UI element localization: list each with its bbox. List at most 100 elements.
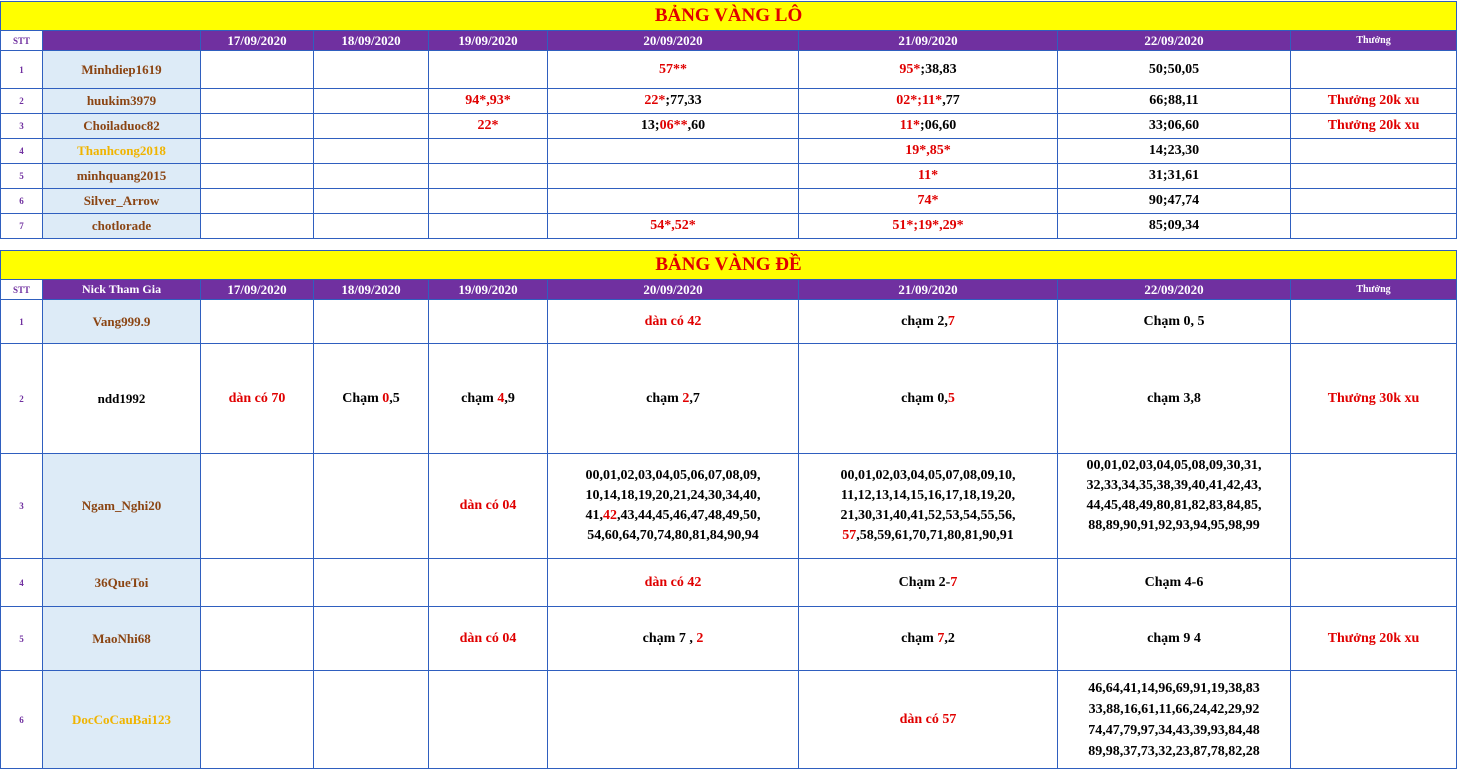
- cell-19: [428, 558, 548, 607]
- header-date: 21/09/2020: [798, 30, 1058, 51]
- table-row: 4 Thanhcong2018 19*,85* 14;23,30: [0, 138, 1457, 164]
- nick-cell: huukim3979: [42, 88, 201, 114]
- header-date: 18/09/2020: [313, 30, 429, 51]
- number-line: 41,42,43,44,45,46,47,48,49,50,: [549, 506, 798, 526]
- cell-18: [313, 606, 429, 671]
- reward-cell: [1289, 50, 1457, 89]
- cell-21: 00,01,02,03,04,05,07,08,09,10, 11,12,13,…: [798, 453, 1058, 559]
- cell-17: [200, 213, 314, 239]
- cell-22: chạm 3,8: [1057, 343, 1291, 454]
- lo-title: BẢNG VÀNG LÔ: [0, 1, 1457, 31]
- cell-22: 00,01,02,03,04,05,08,09,30,31, 32,33,34,…: [1057, 453, 1291, 559]
- reward-cell: [1289, 138, 1457, 164]
- cell-18: [313, 299, 429, 344]
- number-line: 54,60,64,70,74,80,81,84,90,94: [587, 528, 759, 543]
- cell-20: chạm 2,7: [547, 343, 799, 454]
- header-reward: Thưởng: [1289, 279, 1457, 300]
- cell-17: [200, 113, 314, 139]
- table-row: 5 MaoNhi68 dàn có 04 chạm 7 , 2 chạm 7,2…: [0, 606, 1457, 671]
- cell-17: [200, 188, 314, 214]
- plain-number: ,77: [942, 93, 960, 108]
- reward-cell: [1289, 670, 1457, 769]
- hit-number: 95*: [899, 61, 921, 77]
- number-line: 11,12,13,14,15,16,17,18,19,20,: [840, 488, 1016, 503]
- table-row: 4 36QueToi dàn có 42 Chạm 2-7 Chạm 4-6: [0, 558, 1457, 607]
- cell-22: 50;50,05: [1057, 50, 1291, 89]
- reward-cell: [1289, 299, 1457, 344]
- cell-17: [200, 558, 314, 607]
- cell-20: [547, 670, 799, 769]
- cell-18: [313, 138, 429, 164]
- plain-number: ;77,33: [665, 93, 702, 108]
- header-date: 17/09/2020: [200, 279, 314, 300]
- nick-cell: Choiladuoc82: [42, 113, 201, 139]
- cell-21: dàn có 57: [798, 670, 1058, 769]
- cell-21: 51*;19*,29*: [798, 213, 1058, 239]
- table-row: 6 Silver_Arrow 74* 90;47,74: [0, 188, 1457, 214]
- hit-number: 42: [603, 508, 617, 523]
- cell-20: 57**: [547, 50, 799, 89]
- cell-18: Chạm 0,5: [313, 343, 429, 454]
- hit-number: 2: [696, 630, 704, 646]
- de-title: BẢNG VÀNG ĐỀ: [0, 250, 1457, 280]
- table-row: 2 huukim3979 94*,93* 22*;77,33 02*;11*,7…: [0, 88, 1457, 114]
- hit-number: 11*: [899, 118, 921, 133]
- plain-text: ,2: [944, 630, 955, 646]
- cell-21: 95*;38,83: [798, 50, 1058, 89]
- lo-header-row: STT 17/09/2020 18/09/2020 19/09/2020 20/…: [0, 30, 1457, 51]
- hit-number: 57: [842, 528, 857, 543]
- header-date: 18/09/2020: [313, 279, 429, 300]
- cell-22: 31;31,61: [1057, 163, 1291, 189]
- reward-cell: Thưởng 30k xu: [1289, 343, 1457, 454]
- plain-text: chạm: [901, 630, 938, 646]
- row-stt: 2: [0, 88, 43, 114]
- cell-17: [200, 670, 314, 769]
- number-line: 21,30,31,40,41,52,53,54,55,56,: [840, 508, 1016, 523]
- number-line: 44,45,48,49,80,81,82,83,84,85,: [1086, 498, 1262, 513]
- cell-22: 14;23,30: [1057, 138, 1291, 164]
- nick-cell: DocCoCauBai123: [42, 670, 201, 769]
- cell-19: [428, 50, 548, 89]
- row-stt: 6: [0, 670, 43, 769]
- plain-text: chạm: [461, 390, 498, 406]
- cell-20: chạm 7 , 2: [547, 606, 799, 671]
- header-nick: [42, 30, 201, 51]
- header-nick: Nick Tham Gia: [42, 279, 201, 300]
- cell-19: 22*: [428, 113, 548, 139]
- hit-number: 22*: [644, 93, 666, 108]
- hit-number: 5: [947, 390, 955, 406]
- table-row: 1 Vang999.9 dàn có 42 chạm 2,7 Chạm 0, 5: [0, 299, 1457, 344]
- lo-table: BẢNG VÀNG LÔ STT 17/09/2020 18/09/2020 1…: [0, 1, 1457, 239]
- reward-cell: [1289, 188, 1457, 214]
- row-stt: 5: [0, 163, 43, 189]
- header-date: 19/09/2020: [428, 30, 548, 51]
- nick-cell: minhquang2015: [42, 163, 201, 189]
- plain-text: ,9: [504, 390, 515, 406]
- plain-text: ,7: [689, 390, 700, 406]
- cell-21: chạm 7,2: [798, 606, 1058, 671]
- cell-18: [313, 113, 429, 139]
- plain-text: ,5: [389, 390, 400, 406]
- number-line: 10,14,18,19,20,21,24,30,34,40,: [585, 488, 761, 503]
- cell-20: [547, 188, 799, 214]
- number-line: 74,47,79,97,34,43,39,93,84,48: [1088, 722, 1260, 738]
- row-stt: 3: [0, 113, 43, 139]
- cell-20: 00,01,02,03,04,05,06,07,08,09, 10,14,18,…: [547, 453, 799, 559]
- cell-19: [428, 213, 548, 239]
- number-line: 00,01,02,03,04,05,06,07,08,09,: [585, 468, 761, 483]
- cell-18: [313, 558, 429, 607]
- cell-19: dàn có 04: [428, 453, 548, 559]
- number-line: 32,33,34,35,38,39,40,41,42,43,: [1086, 478, 1262, 493]
- cell-22: 85;09,34: [1057, 213, 1291, 239]
- cell-18: [313, 88, 429, 114]
- cell-22: Chạm 0, 5: [1057, 299, 1291, 344]
- header-date: 19/09/2020: [428, 279, 548, 300]
- plain-text: Chạm 2-: [898, 574, 951, 590]
- cell-17: [200, 88, 314, 114]
- cell-20: 22*;77,33: [547, 88, 799, 114]
- cell-18: [313, 670, 429, 769]
- table-row: 3 Choiladuoc82 22* 13;06**,60 11*;06,60 …: [0, 113, 1457, 139]
- de-table: BẢNG VÀNG ĐỀ STT Nick Tham Gia 17/09/202…: [0, 250, 1457, 769]
- cell-19: [428, 138, 548, 164]
- number-line: 00,01,02,03,04,05,07,08,09,10,: [840, 468, 1016, 483]
